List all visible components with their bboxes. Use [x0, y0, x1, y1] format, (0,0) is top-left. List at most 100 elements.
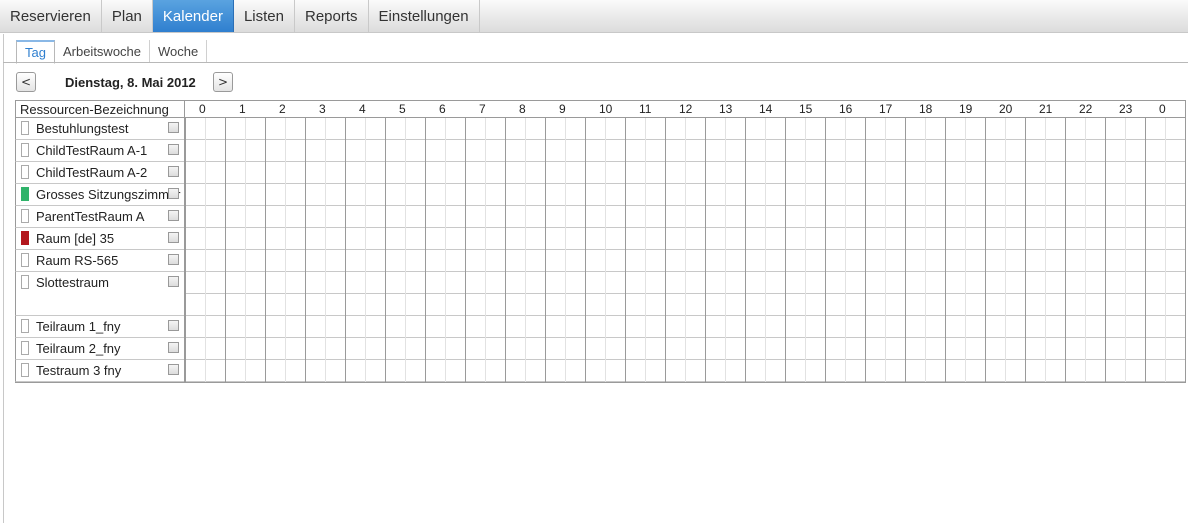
next-day-button[interactable]: >: [213, 72, 233, 92]
resource-select-checkbox[interactable]: [168, 254, 179, 265]
half-hour-gridline: [845, 118, 846, 382]
menu-item-reports[interactable]: Reports: [295, 0, 369, 32]
resource-name: Slottestraum: [36, 275, 109, 290]
resource-row[interactable]: ParentTestRaum A: [15, 206, 184, 228]
resource-color-swatch: [21, 121, 29, 135]
resource-row[interactable]: Testraum 3 fny: [15, 360, 184, 382]
half-hour-gridline: [965, 118, 966, 382]
half-hour-gridline: [565, 118, 566, 382]
hour-gridline: [1185, 118, 1186, 382]
previous-day-button[interactable]: <: [16, 72, 36, 92]
resource-select-checkbox[interactable]: [168, 276, 179, 287]
hour-gridline: [185, 118, 186, 382]
half-hour-gridline: [805, 118, 806, 382]
resource-name: Teilraum 2_fny: [36, 341, 121, 356]
resource-row[interactable]: ChildTestRaum A-1: [15, 140, 184, 162]
half-hour-gridline: [525, 118, 526, 382]
hour-gridline: [225, 118, 226, 382]
resource-color-swatch: [21, 165, 29, 179]
resource-select-checkbox[interactable]: [168, 166, 179, 177]
hour-gridline: [865, 118, 866, 382]
half-hour-gridline: [365, 118, 366, 382]
resource-color-swatch: [21, 143, 29, 157]
resource-row[interactable]: Bestuhlungstest: [15, 118, 184, 140]
resource-name: ParentTestRaum A: [36, 209, 145, 224]
half-hour-gridline: [685, 118, 686, 382]
resource-color-swatch: [21, 231, 29, 245]
hour-label: 13: [719, 102, 733, 116]
resource-color-swatch: [21, 275, 29, 289]
hour-gridline: [705, 118, 706, 382]
resource-name: Grosses Sitzungszimmer: [36, 187, 181, 202]
hour-gridline: [1065, 118, 1066, 382]
resource-select-checkbox[interactable]: [168, 144, 179, 155]
resource-color-swatch: [21, 253, 29, 267]
hour-gridline: [1145, 118, 1146, 382]
hour-gridline: [305, 118, 306, 382]
resource-row[interactable]: Raum [de] 35: [15, 228, 184, 250]
hour-label: 8: [519, 102, 526, 116]
hour-gridline: [505, 118, 506, 382]
half-hour-gridline: [205, 118, 206, 382]
hour-gridline: [985, 118, 986, 382]
half-hour-gridline: [725, 118, 726, 382]
tab-woche[interactable]: Woche: [150, 40, 208, 62]
hour-gridline: [465, 118, 466, 382]
hour-label: 0: [199, 102, 206, 116]
half-hour-gridline: [245, 118, 246, 382]
menu-item-listen[interactable]: Listen: [234, 0, 295, 32]
hour-gridline: [745, 118, 746, 382]
hour-gridline: [345, 118, 346, 382]
resource-row[interactable]: Teilraum 2_fny: [15, 338, 184, 360]
resource-row[interactable]: Slottestraum: [15, 272, 184, 316]
resource-row[interactable]: Grosses Sitzungszimmer: [15, 184, 184, 206]
resource-name: ChildTestRaum A-2: [36, 165, 148, 180]
resource-select-checkbox[interactable]: [168, 342, 179, 353]
tab-arbeitswoche[interactable]: Arbeitswoche: [55, 40, 151, 62]
resource-color-swatch: [21, 341, 29, 355]
hour-label: 17: [879, 102, 893, 116]
resource-row[interactable]: Teilraum 1_fny: [15, 316, 184, 338]
view-tabs: Tag Arbeitswoche Woche: [16, 40, 208, 64]
resource-select-checkbox[interactable]: [168, 232, 179, 243]
menu-item-plan[interactable]: Plan: [102, 0, 153, 32]
hour-gridline: [385, 118, 386, 382]
half-hour-gridline: [1045, 118, 1046, 382]
resource-color-swatch: [21, 319, 29, 333]
hour-gridline: [945, 118, 946, 382]
resource-select-checkbox[interactable]: [168, 188, 179, 199]
hour-label: 1: [239, 102, 246, 116]
hour-label: 23: [1119, 102, 1133, 116]
hour-label: 16: [839, 102, 853, 116]
resource-select-checkbox[interactable]: [168, 320, 179, 331]
resource-select-checkbox[interactable]: [168, 122, 179, 133]
resource-column-header: Ressourcen-Bezeichnung: [15, 100, 184, 118]
resource-color-swatch: [21, 187, 29, 201]
hour-label: 4: [359, 102, 366, 116]
resource-row[interactable]: ChildTestRaum A-2: [15, 162, 184, 184]
half-hour-gridline: [285, 118, 286, 382]
menu-item-reservieren[interactable]: Reservieren: [0, 0, 102, 32]
hour-label: 18: [919, 102, 933, 116]
resource-name: Teilraum 1_fny: [36, 319, 121, 334]
time-slot-area: [184, 118, 1186, 382]
resource-name: Testraum 3 fny: [36, 363, 122, 378]
hour-label: 3: [319, 102, 326, 116]
menu-item-einstellungen[interactable]: Einstellungen: [369, 0, 480, 32]
resource-color-swatch: [21, 363, 29, 377]
menu-item-kalender[interactable]: Kalender: [152, 0, 234, 32]
half-hour-gridline: [765, 118, 766, 382]
resource-row[interactable]: Raum RS-565: [15, 250, 184, 272]
half-hour-gridline: [925, 118, 926, 382]
resource-select-checkbox[interactable]: [168, 210, 179, 221]
hour-label: 10: [599, 102, 613, 116]
hour-gridline: [785, 118, 786, 382]
resource-select-checkbox[interactable]: [168, 364, 179, 375]
hour-label: 20: [999, 102, 1013, 116]
chevron-left-icon: <: [20, 75, 32, 89]
half-hour-gridline: [605, 118, 606, 382]
tab-tag[interactable]: Tag: [16, 40, 55, 64]
hour-label: 9: [559, 102, 566, 116]
half-hour-gridline: [405, 118, 406, 382]
hour-gridline: [1025, 118, 1026, 382]
